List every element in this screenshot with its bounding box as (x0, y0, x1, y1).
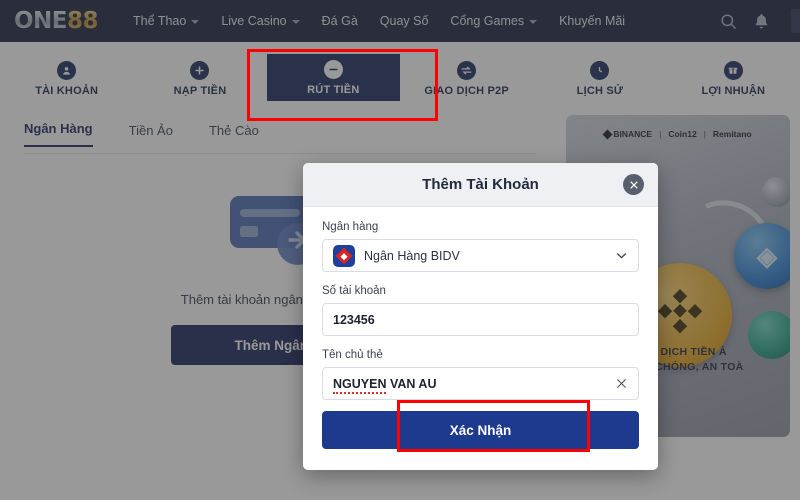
account-number-value: 123456 (333, 312, 375, 327)
modal-header: Thêm Tài Khoản (303, 163, 658, 207)
card-holder-value: NGUYEN VAN AU (333, 376, 615, 394)
card-holder-value-rest: VAN AU (386, 376, 437, 391)
confirm-button[interactable]: Xác Nhận (322, 411, 639, 449)
add-account-modal: Thêm Tài Khoản Ngân hàng Ngân Hàng BIDV (303, 163, 658, 470)
bank-selected-value: Ngân Hàng BIDV (364, 248, 460, 263)
close-icon[interactable] (623, 174, 644, 195)
card-holder-input[interactable]: NGUYEN VAN AU (322, 367, 639, 400)
account-number-label: Số tài khoản (322, 285, 386, 297)
account-number-input[interactable]: 123456 (322, 303, 639, 336)
modal-title: Thêm Tài Khoản (422, 176, 539, 193)
bidv-logo-icon (333, 244, 355, 267)
card-holder-value-misspelled: NGUYEN (333, 376, 387, 394)
bank-field-label: Ngân hàng (322, 221, 379, 233)
modal-body: Ngân hàng Ngân Hàng BIDV Số tài khoản 12… (303, 207, 658, 400)
chevron-down-icon (615, 249, 628, 262)
card-holder-label: Tên chủ thẻ (322, 349, 383, 361)
bank-select[interactable]: Ngân Hàng BIDV (322, 239, 639, 272)
page-root: ONE88 Thể Thao Live Casino Đá Gà Quay Số… (0, 0, 800, 500)
close-x-icon[interactable] (615, 377, 628, 390)
